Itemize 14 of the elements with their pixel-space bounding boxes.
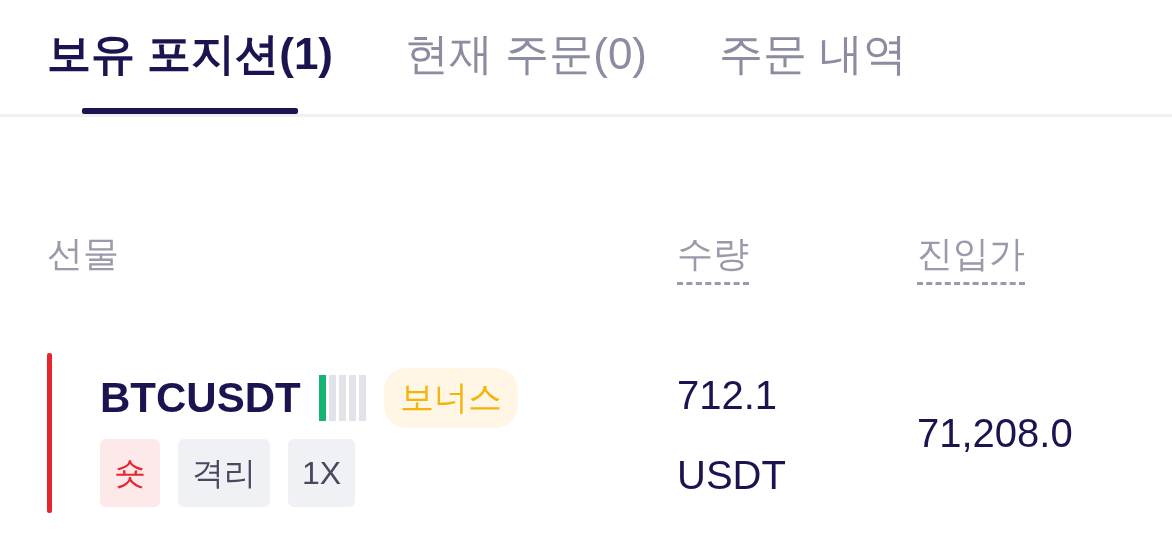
tag: 격리 bbox=[178, 439, 270, 507]
tab[interactable]: 현재 주문(0) bbox=[405, 28, 647, 114]
tab[interactable]: 보유 포지션(1) bbox=[47, 28, 333, 114]
bonus-badge: 보너스 bbox=[383, 368, 518, 428]
tab[interactable]: 주문 내역 bbox=[719, 28, 908, 114]
column-header: 진입가 bbox=[917, 232, 1025, 285]
symbol: BTCUSDT bbox=[100, 374, 301, 422]
entry-price: 71,208.0 bbox=[917, 410, 1073, 456]
quantity: USDT bbox=[677, 453, 786, 497]
column-header: 수량 bbox=[677, 232, 749, 285]
tag: 1X bbox=[288, 439, 356, 507]
side-tag: 숏 bbox=[100, 439, 160, 507]
column-header: 선물 bbox=[47, 232, 119, 276]
quantity: 712.1 bbox=[677, 373, 778, 417]
